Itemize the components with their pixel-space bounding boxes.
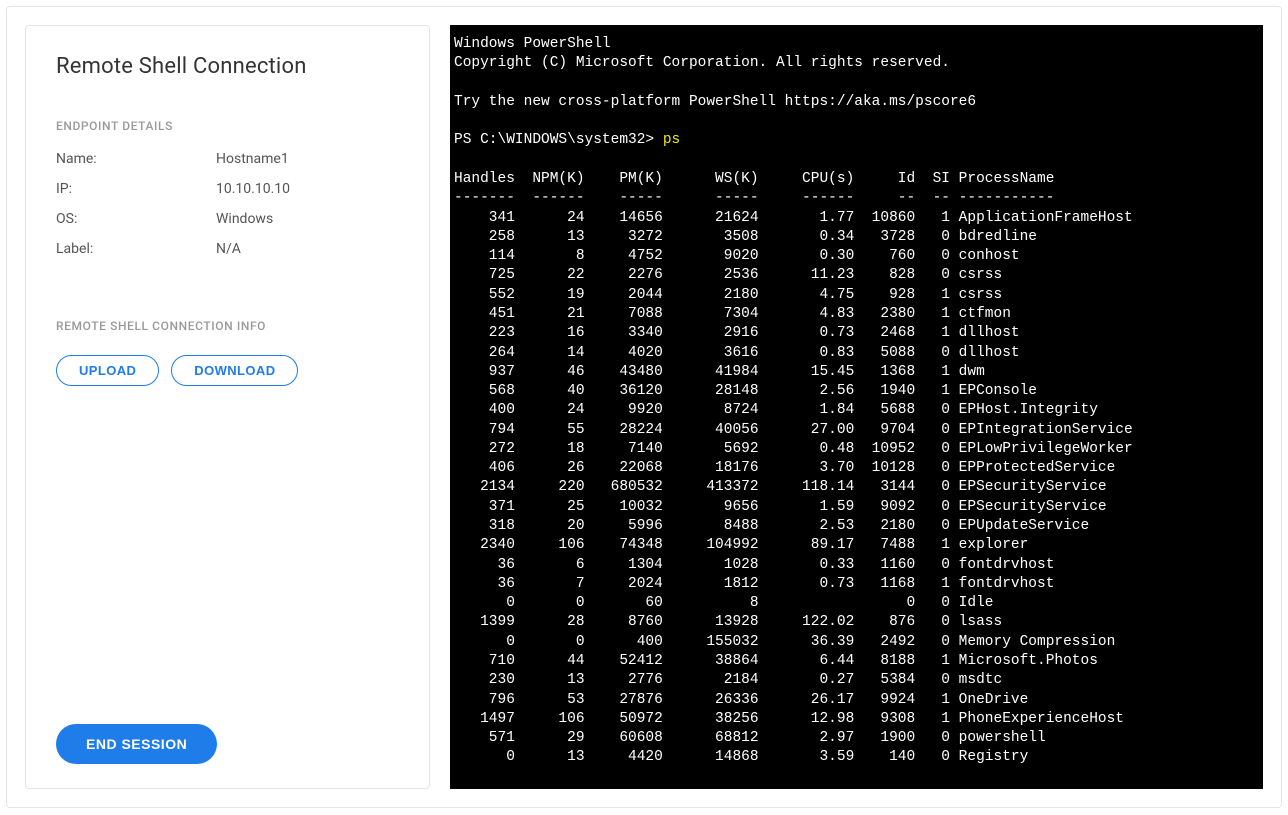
detail-val: Windows bbox=[216, 211, 273, 227]
detail-row-ip: IP: 10.10.10.10 bbox=[56, 181, 399, 197]
panel-title: Remote Shell Connection bbox=[56, 54, 399, 79]
button-row: UPLOAD DOWNLOAD bbox=[56, 355, 399, 386]
section-connection-info-label: REMOTE SHELL CONNECTION INFO bbox=[56, 319, 399, 333]
detail-key: OS: bbox=[56, 211, 216, 227]
detail-row-label: Label: N/A bbox=[56, 241, 399, 257]
detail-key: Name: bbox=[56, 151, 216, 167]
section-endpoint-details-label: ENDPOINT DETAILS bbox=[56, 119, 399, 133]
detail-key: Label: bbox=[56, 241, 216, 257]
download-button[interactable]: DOWNLOAD bbox=[171, 355, 298, 386]
terminal-output[interactable]: Windows PowerShell Copyright (C) Microso… bbox=[450, 25, 1263, 789]
sidebar-panel: Remote Shell Connection ENDPOINT DETAILS… bbox=[25, 25, 430, 789]
end-session-button[interactable]: END SESSION bbox=[56, 724, 217, 764]
detail-row-os: OS: Windows bbox=[56, 211, 399, 227]
upload-button[interactable]: UPLOAD bbox=[56, 355, 159, 386]
detail-key: IP: bbox=[56, 181, 216, 197]
app-container: Remote Shell Connection ENDPOINT DETAILS… bbox=[6, 6, 1282, 808]
detail-val: Hostname1 bbox=[216, 151, 289, 167]
detail-val: 10.10.10.10 bbox=[216, 181, 290, 197]
detail-val: N/A bbox=[216, 241, 241, 257]
detail-row-name: Name: Hostname1 bbox=[56, 151, 399, 167]
